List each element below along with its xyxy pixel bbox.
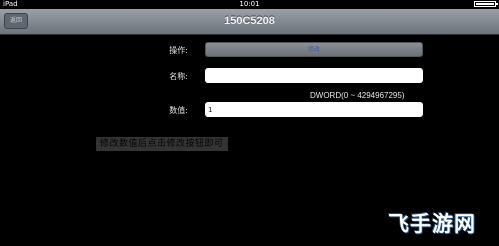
back-button[interactable]: 返回 xyxy=(4,13,28,29)
site-watermark: 飞手游网 xyxy=(388,208,476,238)
watermark-text: 飞手游网 xyxy=(388,212,476,236)
name-field[interactable] xyxy=(205,68,423,83)
modify-button[interactable]: 修改 xyxy=(205,42,423,57)
status-bar: iPad 10:01 xyxy=(0,0,499,9)
navigation-bar: 150C5208 返回 xyxy=(0,9,499,35)
name-label: 名称: xyxy=(169,72,188,81)
value-field[interactable] xyxy=(205,102,423,117)
value-label: 数值: xyxy=(169,106,188,115)
operation-label: 操作: xyxy=(169,46,188,55)
battery-icon xyxy=(474,1,498,7)
page-title: 150C5208 xyxy=(224,15,275,27)
status-time: 10:01 xyxy=(239,0,260,8)
instruction-caption: 修改数值后点击修改按钮即可 xyxy=(96,137,228,151)
value-type-hint: DWORD(0 ~ 4294967295) xyxy=(310,91,405,100)
